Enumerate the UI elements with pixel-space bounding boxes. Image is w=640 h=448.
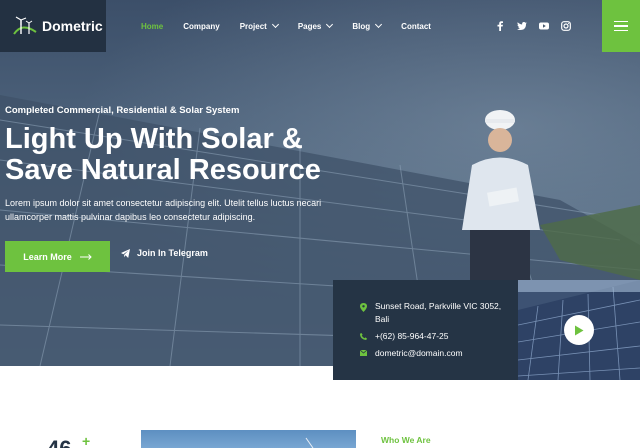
menu-bar — [614, 20, 628, 23]
join-telegram-label: Join In Telegram — [137, 248, 208, 258]
twitter-icon[interactable] — [516, 20, 528, 32]
hero-description: Lorem ipsum dolor sit amet consectetur a… — [5, 197, 345, 224]
nav-item-contact[interactable]: Contact — [401, 22, 431, 31]
stat-number: 46 — [47, 436, 71, 448]
join-telegram-button[interactable]: Join In Telegram — [121, 248, 208, 258]
hero-description-line: ullamcorper mattis pulvinar dapibus leo … — [5, 211, 256, 222]
about-image — [141, 430, 356, 448]
stat-suffix: + — [82, 433, 91, 448]
learn-more-label: Learn More — [23, 251, 72, 262]
address-text: Sunset Road, Parkville VIC 3052, Bali — [375, 300, 501, 326]
chevron-down-icon — [326, 20, 334, 29]
wind-turbine-logo-icon — [13, 16, 37, 35]
contact-card: Sunset Road, Parkville VIC 3052, Bali +(… — [333, 280, 518, 380]
nav-item-label: Pages — [297, 21, 322, 31]
nav-item-blog[interactable]: Blog — [352, 20, 383, 31]
learn-more-button[interactable]: Learn More — [5, 241, 110, 272]
main-nav: Home Company Project Pages Blog Contact — [141, 0, 451, 52]
brand-name: Dometric — [42, 18, 103, 34]
facebook-icon[interactable] — [494, 20, 506, 32]
phone-row: +(62) 85-964-47-25 — [360, 330, 518, 343]
nav-item-home[interactable]: Home — [141, 22, 163, 31]
menu-bar — [614, 25, 628, 27]
chevron-down-icon — [271, 20, 279, 29]
nav-item-project[interactable]: Project — [239, 20, 279, 31]
nav-item-label: Contact — [401, 21, 431, 31]
nav-item-label: Home — [141, 21, 164, 31]
play-icon — [575, 325, 584, 335]
hero-title-line: Light Up With Solar & — [5, 123, 303, 155]
envelope-icon — [360, 350, 367, 356]
address-line: Sunset Road, Parkville VIC 3052, — [375, 301, 502, 311]
nav-item-company[interactable]: Company — [183, 22, 219, 31]
hero-description-line: Lorem ipsum dolor sit amet consectetur a… — [5, 198, 322, 208]
menu-bar — [614, 29, 628, 32]
nav-item-label: Company — [183, 21, 220, 31]
email-row: dometric@domain.com — [360, 347, 518, 360]
telegram-icon — [121, 248, 130, 258]
wind-turbine-image — [305, 437, 314, 448]
email-text[interactable]: dometric@domain.com — [375, 347, 463, 360]
hamburger-menu-icon[interactable] — [602, 0, 640, 52]
location-pin-icon — [360, 303, 367, 312]
youtube-icon[interactable] — [538, 20, 550, 32]
section-label: Who We Are — [381, 435, 431, 445]
hero-subtitle: Completed Commercial, Residential & Sola… — [5, 105, 240, 116]
logo[interactable]: Dometric — [0, 0, 106, 52]
phone-text[interactable]: +(62) 85-964-47-25 — [375, 330, 448, 343]
address-row: Sunset Road, Parkville VIC 3052, Bali — [360, 300, 518, 326]
hero-title: Light Up With Solar & Save Natural Resou… — [5, 124, 321, 186]
instagram-icon[interactable] — [560, 20, 572, 32]
arrow-right-icon — [79, 253, 92, 260]
chevron-down-icon — [375, 20, 383, 29]
hero-title-line: Save Natural Resource — [5, 154, 321, 186]
phone-icon — [360, 333, 367, 340]
nav-item-pages[interactable]: Pages — [297, 20, 334, 31]
play-video-button[interactable] — [564, 315, 594, 345]
nav-item-label: Project — [239, 21, 267, 31]
nav-item-label: Blog — [352, 21, 371, 31]
address-line: Bali — [375, 314, 390, 324]
engineer-figure — [462, 110, 540, 285]
